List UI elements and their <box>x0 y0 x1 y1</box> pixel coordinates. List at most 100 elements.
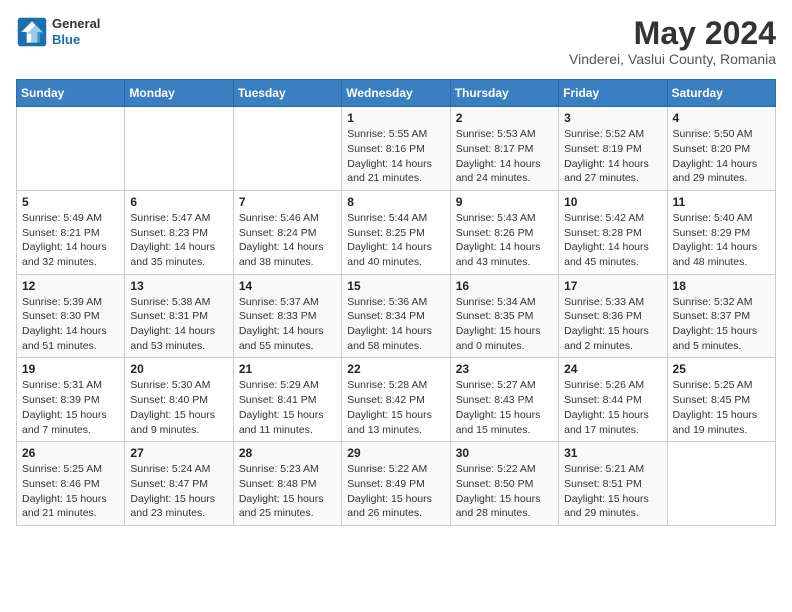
calendar-day-cell: 30 Sunrise: 5:22 AMSunset: 8:50 PMDayligh… <box>450 442 558 526</box>
day-info: Sunrise: 5:27 AMSunset: 8:43 PMDaylight:… <box>456 378 553 437</box>
calendar-body: 1Sunrise: 5:55 AMSunset: 8:16 PMDaylight… <box>17 107 776 526</box>
calendar-day-cell <box>125 107 233 191</box>
day-number: 22 <box>347 362 444 376</box>
calendar-day-cell: 3Sunrise: 5:52 AMSunset: 8:19 PMDaylight… <box>559 107 667 191</box>
day-info: Sunrise: 5:25 AMSunset: 8:46 PMDaylight:… <box>22 462 119 521</box>
day-number: 25 <box>673 362 770 376</box>
calendar-day-cell: 17Sunrise: 5:33 AMSunset: 8:36 PMDayligh… <box>559 274 667 358</box>
day-number: 21 <box>239 362 336 376</box>
calendar-day-cell: 21 Sunrise: 5:29 AMSunset: 8:41 PMDayligh… <box>233 358 341 442</box>
day-number: 16 <box>456 279 553 293</box>
calendar-title: May 2024 <box>569 16 776 51</box>
calendar-subtitle: Vinderei, Vaslui County, Romania <box>569 51 776 67</box>
calendar-day-cell: 1Sunrise: 5:55 AMSunset: 8:16 PMDaylight… <box>342 107 450 191</box>
day-info: Sunrise: 5:31 AMSunset: 8:39 PMDaylight:… <box>22 378 119 437</box>
calendar-day-cell: 8 Sunrise: 5:44 AMSunset: 8:25 PMDaylight… <box>342 190 450 274</box>
day-info: Sunrise: 5:23 AMSunset: 8:48 PMDaylight:… <box>239 462 336 521</box>
day-number: 8 <box>347 195 444 209</box>
day-number: 31 <box>564 446 661 460</box>
title-block: May 2024 Vinderei, Vaslui County, Romani… <box>569 16 776 67</box>
calendar-day-cell: 12Sunrise: 5:39 AMSunset: 8:30 PMDayligh… <box>17 274 125 358</box>
calendar-day-cell: 19 Sunrise: 5:31 AMSunset: 8:39 PMDayligh… <box>17 358 125 442</box>
day-info: Sunrise: 5:30 AMSunset: 8:40 PMDaylight:… <box>130 378 227 437</box>
calendar-week-row: 12Sunrise: 5:39 AMSunset: 8:30 PMDayligh… <box>17 274 776 358</box>
calendar-day-cell: 2 Sunrise: 5:53 AMSunset: 8:17 PMDaylight… <box>450 107 558 191</box>
calendar-table: SundayMondayTuesdayWednesdayThursdayFrid… <box>16 79 776 526</box>
calendar-day-cell <box>17 107 125 191</box>
calendar-week-row: 1Sunrise: 5:55 AMSunset: 8:16 PMDaylight… <box>17 107 776 191</box>
day-number: 30 <box>456 446 553 460</box>
day-number: 11 <box>673 195 770 209</box>
day-number: 12 <box>22 279 119 293</box>
day-number: 17 <box>564 279 661 293</box>
logo-icon <box>16 16 48 48</box>
calendar-day-cell: 10Sunrise: 5:42 AMSunset: 8:28 PMDayligh… <box>559 190 667 274</box>
day-info: Sunrise: 5:42 AMSunset: 8:28 PMDaylight:… <box>564 211 661 270</box>
calendar-day-cell <box>667 442 775 526</box>
day-info: Sunrise: 5:55 AMSunset: 8:16 PMDaylight:… <box>347 127 444 186</box>
day-info: Sunrise: 5:26 AMSunset: 8:44 PMDaylight:… <box>564 378 661 437</box>
calendar-day-cell: 31 Sunrise: 5:21 AMSunset: 8:51 PMDayligh… <box>559 442 667 526</box>
day-number: 24 <box>564 362 661 376</box>
day-number: 5 <box>22 195 119 209</box>
calendar-day-cell: 18 Sunrise: 5:32 AMSunset: 8:37 PMDayligh… <box>667 274 775 358</box>
calendar-day-cell: 23 Sunrise: 5:27 AMSunset: 8:43 PMDayligh… <box>450 358 558 442</box>
calendar-day-cell: 24 Sunrise: 5:26 AMSunset: 8:44 PMDayligh… <box>559 358 667 442</box>
day-of-week-header: Wednesday <box>342 80 450 107</box>
day-number: 23 <box>456 362 553 376</box>
calendar-day-cell <box>233 107 341 191</box>
day-info: Sunrise: 5:49 AMSunset: 8:21 PMDaylight:… <box>22 211 119 270</box>
day-info: Sunrise: 5:22 AMSunset: 8:49 PMDaylight:… <box>347 462 444 521</box>
calendar-day-cell: 22 Sunrise: 5:28 AMSunset: 8:42 PMDayligh… <box>342 358 450 442</box>
calendar-header-row: SundayMondayTuesdayWednesdayThursdayFrid… <box>17 80 776 107</box>
day-number: 7 <box>239 195 336 209</box>
day-number: 29 <box>347 446 444 460</box>
day-of-week-header: Tuesday <box>233 80 341 107</box>
day-info: Sunrise: 5:25 AMSunset: 8:45 PMDaylight:… <box>673 378 770 437</box>
day-number: 26 <box>22 446 119 460</box>
day-number: 2 <box>456 111 553 125</box>
day-info: Sunrise: 5:36 AMSunset: 8:34 PMDaylight:… <box>347 295 444 354</box>
day-number: 13 <box>130 279 227 293</box>
day-number: 20 <box>130 362 227 376</box>
calendar-day-cell: 9Sunrise: 5:43 AMSunset: 8:26 PMDaylight… <box>450 190 558 274</box>
day-info: Sunrise: 5:47 AMSunset: 8:23 PMDaylight:… <box>130 211 227 270</box>
day-number: 19 <box>22 362 119 376</box>
logo: General Blue <box>16 16 100 48</box>
calendar-day-cell: 27Sunrise: 5:24 AMSunset: 8:47 PMDayligh… <box>125 442 233 526</box>
calendar-day-cell: 11 Sunrise: 5:40 AMSunset: 8:29 PMDayligh… <box>667 190 775 274</box>
day-of-week-header: Thursday <box>450 80 558 107</box>
day-info: Sunrise: 5:29 AMSunset: 8:41 PMDaylight:… <box>239 378 336 437</box>
calendar-week-row: 26 Sunrise: 5:25 AMSunset: 8:46 PMDayligh… <box>17 442 776 526</box>
calendar-day-cell: 26 Sunrise: 5:25 AMSunset: 8:46 PMDayligh… <box>17 442 125 526</box>
calendar-day-cell: 6Sunrise: 5:47 AMSunset: 8:23 PMDaylight… <box>125 190 233 274</box>
logo-text: General Blue <box>52 16 100 47</box>
day-info: Sunrise: 5:46 AMSunset: 8:24 PMDaylight:… <box>239 211 336 270</box>
day-info: Sunrise: 5:50 AMSunset: 8:20 PMDaylight:… <box>673 127 770 186</box>
day-info: Sunrise: 5:34 AMSunset: 8:35 PMDaylight:… <box>456 295 553 354</box>
day-of-week-header: Saturday <box>667 80 775 107</box>
day-info: Sunrise: 5:28 AMSunset: 8:42 PMDaylight:… <box>347 378 444 437</box>
calendar-week-row: 19 Sunrise: 5:31 AMSunset: 8:39 PMDayligh… <box>17 358 776 442</box>
day-of-week-header: Friday <box>559 80 667 107</box>
day-number: 15 <box>347 279 444 293</box>
calendar-day-cell: 15 Sunrise: 5:36 AMSunset: 8:34 PMDayligh… <box>342 274 450 358</box>
day-info: Sunrise: 5:22 AMSunset: 8:50 PMDaylight:… <box>456 462 553 521</box>
day-of-week-header: Monday <box>125 80 233 107</box>
day-info: Sunrise: 5:44 AMSunset: 8:25 PMDaylight:… <box>347 211 444 270</box>
calendar-day-cell: 5 Sunrise: 5:49 AMSunset: 8:21 PMDaylight… <box>17 190 125 274</box>
calendar-day-cell: 4 Sunrise: 5:50 AMSunset: 8:20 PMDaylight… <box>667 107 775 191</box>
day-info: Sunrise: 5:52 AMSunset: 8:19 PMDaylight:… <box>564 127 661 186</box>
day-info: Sunrise: 5:40 AMSunset: 8:29 PMDaylight:… <box>673 211 770 270</box>
day-of-week-header: Sunday <box>17 80 125 107</box>
day-info: Sunrise: 5:24 AMSunset: 8:47 PMDaylight:… <box>130 462 227 521</box>
day-number: 28 <box>239 446 336 460</box>
day-info: Sunrise: 5:21 AMSunset: 8:51 PMDaylight:… <box>564 462 661 521</box>
day-info: Sunrise: 5:32 AMSunset: 8:37 PMDaylight:… <box>673 295 770 354</box>
day-number: 14 <box>239 279 336 293</box>
day-info: Sunrise: 5:53 AMSunset: 8:17 PMDaylight:… <box>456 127 553 186</box>
calendar-day-cell: 16 Sunrise: 5:34 AMSunset: 8:35 PMDayligh… <box>450 274 558 358</box>
day-number: 4 <box>673 111 770 125</box>
day-number: 18 <box>673 279 770 293</box>
calendar-day-cell: 20 Sunrise: 5:30 AMSunset: 8:40 PMDayligh… <box>125 358 233 442</box>
